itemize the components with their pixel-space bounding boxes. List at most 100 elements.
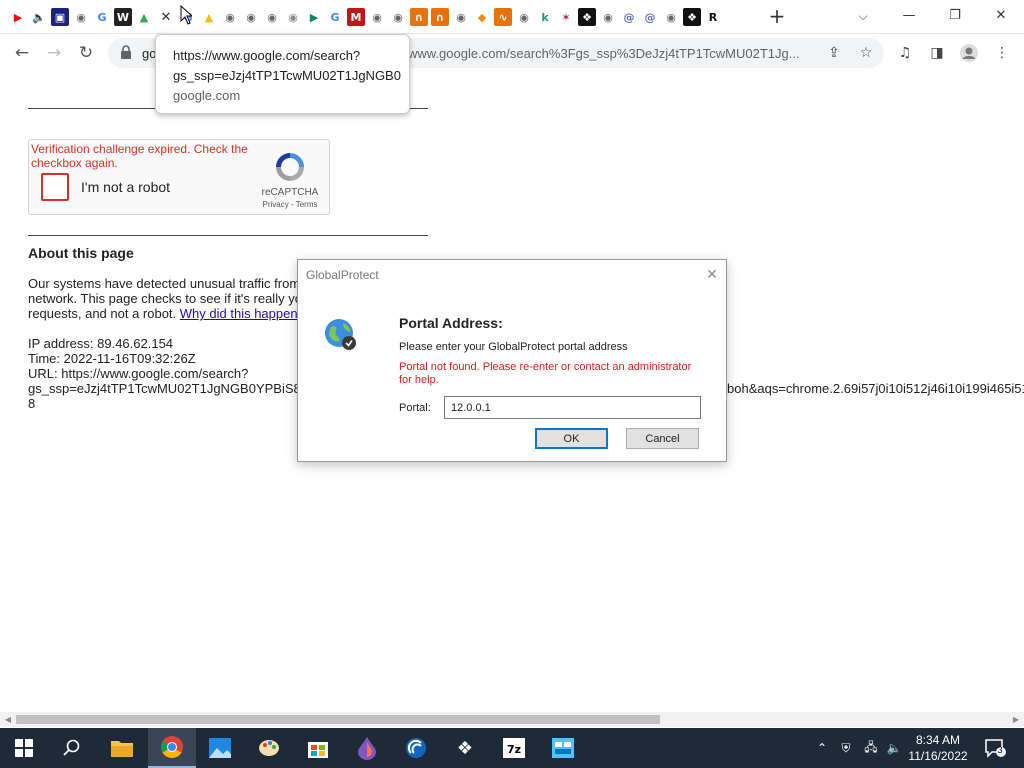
restore-button[interactable]: ❐: [932, 0, 978, 30]
tooltip-domain: google.com: [173, 88, 241, 103]
globe-icon[interactable]: ◉: [72, 8, 90, 26]
globe-icon[interactable]: ◉: [599, 8, 617, 26]
windows-logo-icon: [15, 739, 33, 757]
dialog-close-icon[interactable]: ✕: [702, 265, 722, 285]
captcha-error-text: Verification challenge expired. Check th…: [31, 142, 248, 170]
grid-app-button[interactable]: ❖: [441, 728, 489, 768]
mouse-cursor-icon: [180, 5, 192, 25]
app-icon[interactable]: ▣: [51, 8, 69, 26]
about-paragraph-line1: Our systems have detected unusual traffi…: [28, 276, 301, 291]
captcha-privacy-terms-link[interactable]: Privacy - Terms: [257, 200, 323, 209]
globe-icon[interactable]: ◉: [221, 8, 239, 26]
network-icon[interactable]: 🖧: [860, 728, 882, 768]
minimize-button[interactable]: —: [886, 0, 932, 30]
remote-app-button[interactable]: [392, 728, 440, 768]
globalprotect-tray-icon[interactable]: ⛨: [836, 728, 856, 768]
new-tab-button[interactable]: +: [766, 6, 788, 28]
k-icon[interactable]: k: [536, 8, 554, 26]
mcafee-icon[interactable]: M: [347, 8, 365, 26]
bookmark-star-icon[interactable]: ☆: [856, 43, 876, 63]
paint-button[interactable]: [245, 728, 293, 768]
chrome-taskbar-button[interactable]: [148, 728, 196, 768]
star-icon[interactable]: ✶: [557, 8, 575, 26]
r-icon[interactable]: R: [704, 8, 722, 26]
clock-time: 8:34 AM: [915, 733, 961, 747]
back-button[interactable]: ←: [8, 39, 36, 67]
share-icon[interactable]: ⇪: [824, 43, 844, 63]
globe-icon[interactable]: ◉: [242, 8, 260, 26]
drop-app-button[interactable]: [343, 728, 391, 768]
dialog-body: Portal Address: Please enter your Global…: [298, 290, 726, 461]
taskbar-clock[interactable]: 8:34 AM 11/16/2022: [900, 732, 976, 764]
tab-search-chevron-icon[interactable]: ⌵: [853, 6, 873, 26]
start-button[interactable]: [0, 728, 48, 768]
cancel-button[interactable]: Cancel: [626, 428, 699, 449]
store-button[interactable]: [294, 728, 342, 768]
ok-button[interactable]: OK: [535, 428, 608, 449]
store-icon: [308, 742, 328, 758]
tray-overflow-chevron-icon[interactable]: ⌃: [812, 728, 832, 768]
globe-icon[interactable]: ◉: [662, 8, 680, 26]
drive-icon[interactable]: ▲: [135, 8, 153, 26]
grid-app-icon: ❖: [456, 737, 474, 759]
keyhole-icon[interactable]: ∩: [431, 8, 449, 26]
grid-icon[interactable]: ❖: [578, 8, 596, 26]
w-icon[interactable]: W: [114, 8, 132, 26]
globe-icon[interactable]: ◉: [284, 8, 302, 26]
time-text: Time: 2022-11-16T09:32:26Z: [28, 351, 196, 366]
url-text-line2: gs_ssp=eJzj4tTP1TcwMU02T1JgNGB0YPBiS8: [28, 381, 301, 396]
signal-arc-icon: [406, 738, 426, 758]
notification-center-button[interactable]: 3: [980, 728, 1010, 768]
google-icon[interactable]: G: [93, 8, 111, 26]
close-window-button[interactable]: ✕: [978, 0, 1024, 30]
grid-icon[interactable]: ❖: [683, 8, 701, 26]
play-store-icon[interactable]: ▶: [305, 8, 323, 26]
about-paragraph-line3: requests, and not a robot. Why did this …: [28, 306, 298, 321]
globalprotect-globe-icon: [325, 319, 356, 350]
captcha-label: I'm not a robot: [81, 179, 171, 195]
portal-input[interactable]: [444, 396, 701, 419]
at-icon[interactable]: @: [641, 8, 659, 26]
profile-avatar-icon[interactable]: [957, 41, 981, 65]
chrome-icon: [161, 736, 183, 758]
side-panel-icon[interactable]: ◨: [925, 41, 949, 65]
svg-text:7z: 7z: [507, 743, 521, 756]
dialog-titlebar[interactable]: GlobalProtect ✕: [298, 260, 726, 290]
ip-address-text: IP address: 89.46.62.154: [28, 336, 174, 351]
globe-icon[interactable]: ◉: [515, 8, 533, 26]
search-button[interactable]: [48, 728, 96, 768]
at-icon[interactable]: @: [620, 8, 638, 26]
file-explorer-button[interactable]: [98, 728, 146, 768]
close-tab-icon[interactable]: ✕: [156, 8, 176, 26]
horizontal-scrollbar[interactable]: ◀ ▶: [0, 712, 1024, 727]
globe-icon[interactable]: ◉: [452, 8, 470, 26]
speaker-icon[interactable]: 🔈: [30, 8, 48, 26]
screen: ▶ 🔈 ▣ ◉ G W ▲ ✕ G ▲ ◉ ◉ ◉ ◉ ▶ G M ◉ ◉ ∩ ∩ ◉ ◆ ∿ ◉ k ✶ ❖ ◉ @ @ ◉ ❖ R + ⌵ —…: [0, 0, 1024, 768]
cube-icon[interactable]: ◆: [473, 8, 491, 26]
divider-bottom: [28, 235, 428, 236]
photos-button[interactable]: [196, 728, 244, 768]
chart-icon[interactable]: ∿: [494, 8, 512, 26]
scroll-right-arrow-icon[interactable]: ▶: [1010, 714, 1022, 726]
youtube-icon[interactable]: ▶: [9, 8, 27, 26]
tab-list: ▶ 🔈 ▣ ◉ G W ▲ ✕ G ▲ ◉ ◉ ◉ ◉ ▶ G M ◉ ◉ ∩ ∩ ◉ ◆ ∿ ◉ k ✶ ❖ ◉ @ @ ◉ ❖ R: [9, 6, 722, 28]
globe-icon[interactable]: ◉: [389, 8, 407, 26]
why-did-this-happen-link[interactable]: Why did this happen: [180, 306, 298, 321]
scroll-left-arrow-icon[interactable]: ◀: [2, 714, 14, 726]
7zip-button[interactable]: 7z: [490, 728, 538, 768]
drive-icon[interactable]: ▲: [200, 8, 218, 26]
captcha-checkbox[interactable]: [41, 173, 69, 201]
globalprotect-dialog: GlobalProtect ✕ Portal Address: Please e…: [297, 259, 727, 462]
google-icon[interactable]: G: [326, 8, 344, 26]
control-panel-button[interactable]: [539, 728, 587, 768]
keyhole-icon[interactable]: ∩: [410, 8, 428, 26]
forward-button[interactable]: →: [40, 39, 68, 67]
browser-menu-icon[interactable]: ⋮: [990, 41, 1014, 65]
globe-icon[interactable]: ◉: [263, 8, 281, 26]
tab-strip: ▶ 🔈 ▣ ◉ G W ▲ ✕ G ▲ ◉ ◉ ◉ ◉ ▶ G M ◉ ◉ ∩ ∩ ◉ ◆ ∿ ◉ k ✶ ❖ ◉ @ @ ◉ ❖ R + ⌵ —…: [0, 0, 1024, 34]
notification-count-badge: 3: [997, 745, 1003, 755]
globe-icon[interactable]: ◉: [368, 8, 386, 26]
reload-button[interactable]: ↻: [72, 39, 100, 67]
media-control-icon[interactable]: ♫: [893, 41, 917, 65]
scrollbar-thumb[interactable]: [16, 715, 660, 724]
